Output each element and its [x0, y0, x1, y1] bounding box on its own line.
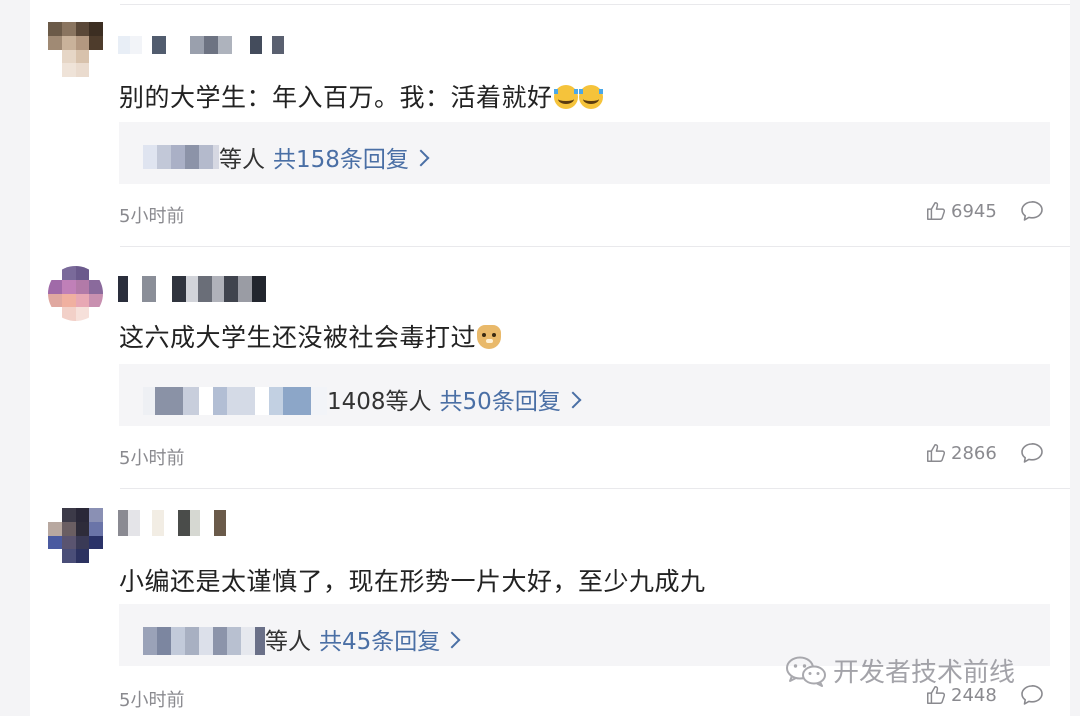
avatar[interactable]: [48, 266, 103, 321]
reply-count-link[interactable]: 共45条回复: [319, 622, 440, 656]
chevron-right-icon[interactable]: [443, 631, 461, 649]
reply-count-link[interactable]: 共50条回复: [440, 382, 561, 416]
thumbs-up-icon[interactable]: [925, 442, 947, 464]
comment-text: 别的大学生：年入百万。我：活着就好: [119, 78, 603, 114]
like-button[interactable]: 6945: [925, 200, 997, 222]
comment-bubble-icon[interactable]: [1020, 200, 1044, 222]
reply-usernames-blurred: [143, 627, 265, 655]
divider: [120, 246, 1070, 247]
timestamp: 5小时前: [119, 206, 185, 227]
like-count: 6945: [951, 200, 997, 222]
avatar[interactable]: [48, 22, 103, 77]
comment-text: 这六成大学生还没被社会毒打过: [119, 318, 502, 354]
reply-summary-box[interactable]: 1408等人 共50条回复: [119, 364, 1050, 426]
like-count: 2866: [951, 442, 997, 464]
divider: [120, 4, 1070, 5]
comment-bubble-icon[interactable]: [1020, 442, 1044, 464]
avatar[interactable]: [48, 508, 103, 563]
reply-count-link[interactable]: 共158条回复: [273, 140, 409, 174]
reply-etc-label: 等人: [219, 147, 265, 173]
reply-usernames-blurred: [143, 145, 219, 169]
username-blurred[interactable]: [118, 276, 266, 302]
username-blurred[interactable]: [118, 36, 284, 54]
username-blurred[interactable]: [118, 510, 226, 536]
timestamp: 5小时前: [119, 448, 185, 469]
divider: [120, 488, 1070, 489]
like-button[interactable]: 2866: [925, 442, 997, 464]
crying-laughing-emoji: [553, 85, 578, 109]
reply-summary-box[interactable]: 等人 共158条回复: [119, 122, 1050, 184]
chevron-right-icon[interactable]: [412, 149, 430, 167]
reply-etc-label: 等人: [265, 629, 311, 655]
comment-list: 别的大学生：年入百万。我：活着就好 等人 共158条回复 5小时前 6945 这…: [30, 0, 1070, 716]
comment-text: 小编还是太谨慎了，现在形势一片大好，至少九成九: [119, 567, 706, 596]
reply-usernames-blurred: [143, 387, 327, 415]
wechat-icon: [786, 656, 826, 687]
watermark-text: 开发者技术前线: [833, 658, 1016, 688]
comment-bubble-icon[interactable]: [1020, 684, 1044, 706]
timestamp: 5小时前: [119, 690, 185, 711]
doge-emoji: [477, 325, 502, 349]
thumbs-up-icon[interactable]: [925, 200, 947, 222]
watermark: 开发者技术前线: [785, 652, 1015, 689]
crying-laughing-emoji: [578, 85, 603, 109]
reply-etc-label: 1408等人: [327, 389, 432, 415]
chevron-right-icon[interactable]: [564, 391, 582, 409]
